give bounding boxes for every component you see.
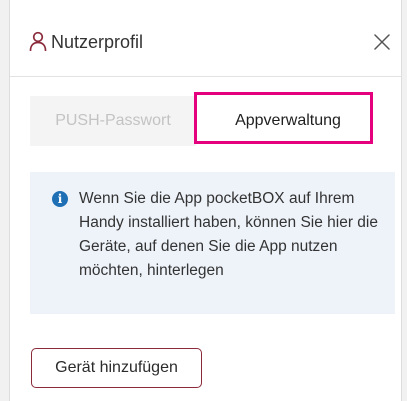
user-icon (29, 31, 47, 51)
background-left-strip (0, 0, 10, 401)
info-icon: i (52, 191, 68, 207)
profile-tabs: PUSH-Passwort Appverwaltung (30, 96, 380, 146)
add-device-button[interactable]: Gerät hinzufügen (31, 348, 202, 388)
panel-header: Nutzerprofil (10, 0, 401, 77)
tab-push-password[interactable]: PUSH-Passwort (30, 96, 196, 146)
close-icon[interactable] (370, 30, 394, 54)
panel-right-border (401, 0, 402, 401)
info-text: Wenn Sie die App pocketBOX auf Ihrem Han… (79, 190, 378, 279)
page-title: Nutzerprofil (51, 32, 144, 52)
user-profile-panel: Nutzerprofil PUSH-Passwort Appverwaltung… (10, 0, 401, 401)
tab-app-management[interactable]: Appverwaltung (196, 96, 380, 146)
info-notice: i Wenn Sie die App pocketBOX auf Ihrem H… (30, 172, 395, 314)
background-right-strip (401, 0, 407, 401)
